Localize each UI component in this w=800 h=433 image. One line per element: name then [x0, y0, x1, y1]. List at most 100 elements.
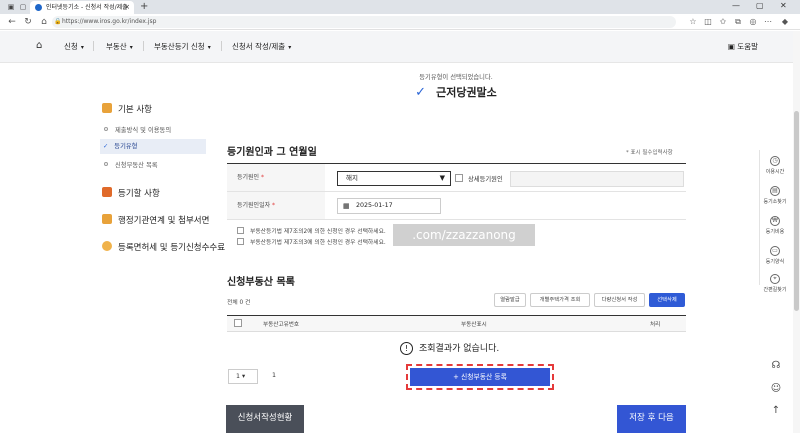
register-property-button[interactable]: + 신청부동산 등록 — [406, 364, 554, 390]
compass-icon: ⌖ — [770, 274, 780, 284]
help-label: 도움말 — [737, 42, 758, 51]
required-mark: * — [272, 202, 276, 209]
sidebar-section-label: 등기할 사항 — [118, 189, 160, 199]
collections-icon[interactable]: ⧉ — [733, 17, 743, 27]
cause-label-text: 등기원인 — [237, 174, 260, 181]
bulk-application-button[interactable]: 다량신청서 작성 — [594, 293, 645, 307]
building-icon: ▤ — [770, 186, 780, 196]
menu-write-submit[interactable]: 신청서 작성/제출 ▾ — [232, 41, 291, 52]
address-bar-row: ← ↻ ⌂ 🔒 https://www.iros.go.kr/index.jsp… — [0, 14, 800, 30]
refresh-icon[interactable]: ↻ — [22, 16, 34, 28]
quick-hours[interactable]: ◷ 이용시간 — [760, 156, 790, 175]
new-tab-button[interactable]: + — [140, 1, 148, 13]
property-grid: 부동산고유번호 부동산표시 처리 — [227, 315, 686, 332]
coin-icon — [102, 241, 112, 251]
cause-section-title: 등기원인과 그 연월일 — [227, 147, 317, 158]
check-icon: ✓ — [103, 143, 109, 150]
menu-registry-apply[interactable]: 부동산등기 신청 ▾ — [154, 41, 211, 52]
date-label-text: 등기원인일자 — [237, 202, 271, 209]
checkbox-icon — [455, 174, 463, 182]
save-next-button[interactable]: 저장 후 다음 — [617, 405, 686, 433]
bullet-icon — [104, 127, 108, 131]
house-price-lookup-button[interactable]: 개별주택가격 조회 — [530, 293, 590, 307]
sidebar-section-register-items[interactable]: 등기할 사항 — [102, 187, 160, 199]
selected-type-label: 근저당권말소 — [436, 86, 497, 99]
required-note: * 표시 필수입력사항 — [626, 150, 673, 156]
browser-tab[interactable]: 인터넷등기소 - 신청서 작성/제출 × — [30, 1, 134, 14]
selected-registry-type: ✓ 근저당권말소 — [226, 84, 686, 100]
site-home-icon[interactable]: ⌂ — [36, 40, 48, 52]
sidebar-section-fees[interactable]: 등록면허세 및 등기신청수수료 — [102, 241, 225, 253]
column-header: 부동산표시 — [461, 322, 487, 328]
select-all-checkbox[interactable] — [234, 319, 242, 327]
checkbox-icon — [237, 238, 244, 245]
favorites-icon[interactable]: ✩ — [718, 17, 728, 27]
quick-forms[interactable]: ▭ 등기양식 — [760, 246, 790, 265]
menu-divider — [221, 41, 222, 51]
chevron-down-icon: ▾ — [207, 44, 211, 51]
site-navigation: ⌂ 신청 ▾ 부동산 ▾ 부동산등기 신청 ▾ 신청서 작성/제출 ▾ ▣ 도움말 — [0, 31, 800, 63]
headset-icon[interactable]: ☊ — [769, 360, 783, 374]
detail-cause-input[interactable] — [510, 171, 684, 187]
delete-selected-button[interactable]: 선택삭제 — [649, 293, 685, 307]
sidebar-item-submission[interactable]: 제출방식 및 이용동의 — [104, 125, 171, 134]
scrollbar-thumb[interactable] — [794, 111, 799, 311]
page-size-select[interactable]: 1 ▾ — [228, 369, 258, 384]
tab-close-icon[interactable]: × — [124, 1, 130, 14]
menu-apply-label: 신청 — [64, 42, 78, 51]
chevron-down-icon: ▾ — [80, 44, 84, 51]
minimize-icon[interactable]: — — [732, 1, 740, 10]
menu-apply[interactable]: 신청 ▾ — [64, 41, 84, 52]
sidebar-section-label: 등록면허세 및 등기신청수수료 — [118, 243, 226, 253]
favorite-star-icon[interactable]: ☆ — [688, 17, 698, 27]
application-status-button[interactable]: 신청서작성현황 — [226, 405, 304, 433]
clock-icon: ◷ — [770, 156, 780, 166]
page-size-value: 1 — [236, 373, 241, 380]
help-button[interactable]: ▣ 도움말 — [728, 41, 758, 52]
scroll-top-icon[interactable]: ↑ — [769, 405, 783, 419]
sidebar-section-basic[interactable]: 기본 사항 — [102, 103, 152, 115]
maximize-icon[interactable]: ▢ — [756, 1, 764, 10]
quick-office-finder[interactable]: ▤ 등기소찾기 — [760, 186, 790, 205]
law-option-label: 부동산등기법 제7조의2에 의한 신청인 경우 선택하세요. — [250, 229, 386, 235]
sidebar-section-attachments[interactable]: 행정기관연계 및 첨부서면 — [102, 214, 209, 226]
menu-divider — [93, 41, 94, 51]
split-screen-icon[interactable]: ◫ — [703, 17, 713, 27]
detail-cause-checkbox[interactable]: 상세등기원인 — [455, 174, 503, 183]
sidebar-item-property-list[interactable]: 신청부동산 목록 — [104, 160, 158, 169]
sidebar-item-registry-type[interactable]: ✓ 등기유형 — [100, 139, 206, 154]
view-issue-button[interactable]: 열람발급 — [494, 293, 526, 307]
sidebar-section-label: 기본 사항 — [118, 105, 152, 115]
quick-label: 등기비용 — [765, 229, 785, 235]
back-icon[interactable]: ← — [6, 16, 18, 28]
calendar-icon: ▦ — [343, 202, 350, 210]
page-number[interactable]: 1 — [272, 372, 276, 379]
chevron-down-icon: ▾ — [242, 373, 246, 380]
tab-actions-icon[interactable]: ▢ — [18, 2, 28, 12]
form-icon: ▭ — [770, 246, 780, 256]
date-input[interactable]: ▦ 2025-01-17 — [337, 198, 441, 214]
menu-real-estate[interactable]: 부동산 ▾ — [106, 41, 133, 52]
home-nav-icon[interactable]: ⌂ — [38, 16, 50, 28]
window-close-icon[interactable]: ✕ — [780, 1, 787, 10]
chatbot-icon[interactable]: ☺ — [769, 383, 783, 397]
chevron-down-icon: ▾ — [288, 44, 292, 51]
profile-icon[interactable]: ◎ — [748, 17, 758, 27]
cause-select[interactable]: 해지 ▼ — [337, 171, 451, 186]
menu-real-estate-label: 부동산 — [106, 42, 127, 51]
url-field[interactable]: 🔒 https://www.iros.go.kr/index.jsp — [52, 16, 676, 28]
law-7-3-option[interactable]: 부동산등기법 제7조의3에 의한 신청인 경우 선택하세요. — [237, 237, 386, 246]
law-7-2-option[interactable]: 부동산등기법 제7조의2에 의한 신청인 경우 선택하세요. — [237, 226, 386, 235]
scrollbar[interactable] — [793, 31, 800, 433]
browser-menu-icon[interactable]: ▣ — [6, 2, 16, 12]
column-header: 부동산고유번호 — [263, 322, 300, 328]
more-icon[interactable]: ⋯ — [763, 17, 773, 27]
total-count: 전체 0 건 — [227, 300, 251, 306]
quick-directions[interactable]: ⌖ 간편길찾기 — [760, 274, 790, 293]
quick-label: 이용시간 — [765, 169, 785, 175]
quick-fees[interactable]: ₩ 등기비용 — [760, 216, 790, 235]
bullet-icon — [104, 162, 108, 166]
date-value: 2025-01-17 — [356, 202, 393, 209]
copilot-icon[interactable]: ◆ — [780, 17, 790, 27]
date-label: 등기원인일자 * — [227, 192, 325, 219]
